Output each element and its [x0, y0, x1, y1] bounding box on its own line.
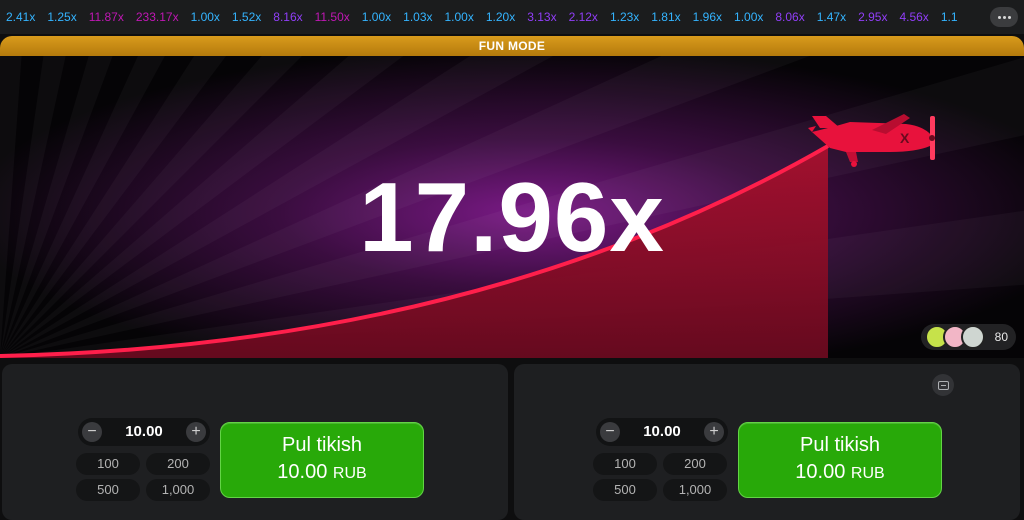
ellipsis-icon: [997, 15, 1001, 19]
online-players: 80: [920, 324, 1016, 350]
place-bet-currency: RUB: [850, 465, 885, 482]
place-bet-currency: RUB: [332, 465, 367, 482]
history-multiplier: 1.00x: [361, 10, 392, 24]
history-multiplier: 8.16x: [273, 10, 303, 24]
increase-bet-button[interactable]: +: [186, 422, 206, 442]
place-bet-amount-value: 10.00: [277, 461, 328, 483]
history-multiplier: 1.23x: [609, 10, 640, 24]
multiplier-history-list: 2.41x 1.25x 11.87x 233.17x 1.00x 1.52x 8.16x 11…: [6, 10, 970, 24]
place-bet-label: Pul tikish: [281, 434, 363, 456]
history-multiplier: 1.96x: [692, 10, 723, 24]
quick-amount-button[interactable]: 100: [593, 453, 657, 475]
quick-amount-button[interactable]: 200: [146, 453, 210, 475]
history-multiplier: 11.50x: [314, 10, 350, 24]
fun-mode-banner: FUN MODE: [0, 36, 1024, 56]
quick-amount-button[interactable]: 500: [76, 479, 140, 501]
bet-amount-stepper: − 10.00 +: [596, 418, 728, 446]
svg-text:X: X: [900, 130, 910, 146]
decrease-bet-button[interactable]: −: [82, 422, 102, 442]
quick-amount-button[interactable]: 200: [663, 453, 727, 475]
quick-amount-button[interactable]: 500: [593, 479, 657, 501]
minimize-panel-icon: [937, 380, 949, 390]
history-multiplier: 233.17x: [135, 10, 179, 24]
history-multiplier: 1.00x: [734, 10, 764, 24]
bet-amount-stepper: − 10.00 +: [78, 418, 210, 446]
quick-amount-button[interactable]: 1,000: [146, 479, 210, 501]
history-multiplier: 1.1: [940, 10, 958, 24]
bet-amount-value[interactable]: 10.00: [106, 418, 182, 446]
remove-panel-button[interactable]: [932, 374, 954, 396]
ellipsis-icon-dot: [1002, 15, 1006, 19]
history-multiplier: 2.95x: [858, 10, 888, 24]
history-multiplier: 1.25x: [47, 10, 77, 24]
players-count: 80: [994, 330, 1008, 344]
history-multiplier: 1.20x: [485, 10, 516, 24]
history-multiplier: 2.12x: [568, 10, 598, 24]
history-multiplier: 8.06x: [775, 10, 805, 24]
bet-panel-2: − 10.00 + 100 200 500 1,000 Pul tikish 1…: [514, 364, 1020, 520]
history-multiplier: 1.00x: [190, 10, 220, 24]
ellipsis-icon-dot: [1007, 15, 1011, 19]
place-bet-amount: 10.00 RUB: [221, 461, 423, 484]
history-multiplier: 2.41x: [6, 10, 36, 24]
bet-panel-1: − 10.00 + 100 200 500 1,000 Pul tikish 1…: [2, 364, 508, 520]
bet-amount-value[interactable]: 10.00: [624, 418, 700, 446]
place-bet-button[interactable]: Pul tikish 10.00 RUB: [738, 422, 942, 498]
player-avatar: [960, 325, 985, 349]
place-bet-amount: 10.00 RUB: [739, 461, 941, 484]
place-bet-amount-value: 10.00: [795, 461, 846, 483]
current-multiplier: 17.96x: [359, 162, 665, 272]
history-more-button[interactable]: [990, 7, 1018, 27]
quick-amount-button[interactable]: 100: [76, 453, 140, 475]
place-bet-label: Pul tikish: [799, 434, 881, 456]
decrease-bet-button[interactable]: −: [600, 422, 620, 442]
history-multiplier: 1.00x: [444, 10, 474, 24]
history-multiplier: 1.03x: [403, 10, 433, 24]
history-multiplier: 1.47x: [816, 10, 847, 24]
history-multiplier: 11.87x: [88, 10, 124, 24]
history-multiplier: 3.13x: [527, 10, 557, 24]
quick-amount-button[interactable]: 1,000: [663, 479, 727, 501]
game-area: FUN MODE X 17.96x 80: [0, 36, 1024, 358]
history-multiplier: 1.81x: [651, 10, 681, 24]
multiplier-history-bar: 2.41x 1.25x 11.87x 233.17x 1.00x 1.52x 8.16x 11…: [0, 0, 1024, 34]
history-multiplier: 1.52x: [231, 10, 262, 24]
history-multiplier: 4.56x: [899, 10, 929, 24]
increase-bet-button[interactable]: +: [704, 422, 724, 442]
place-bet-button[interactable]: Pul tikish 10.00 RUB: [220, 422, 424, 498]
